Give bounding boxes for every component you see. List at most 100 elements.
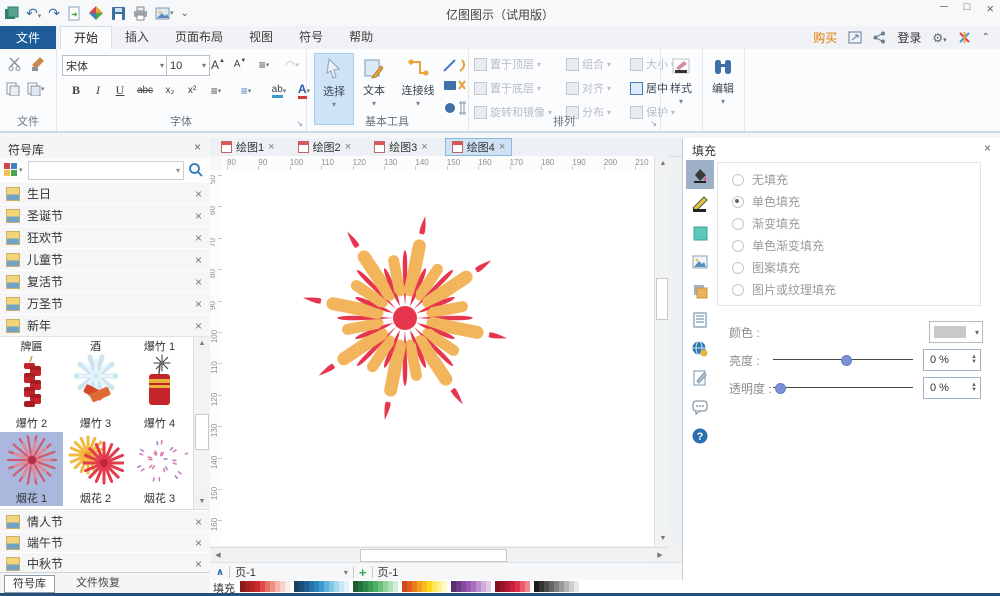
symbol-category-狂欢节[interactable]: 狂欢节× xyxy=(0,226,210,249)
symbol-category-圣诞节[interactable]: 圣诞节× xyxy=(0,204,210,227)
document-tab-绘图3[interactable]: 绘图3× xyxy=(368,138,434,156)
subscript-icon[interactable]: x₂ xyxy=(160,81,180,100)
export-icon[interactable] xyxy=(848,31,862,44)
highlight-icon[interactable]: ab▾ xyxy=(266,81,292,100)
palette-swatch[interactable] xyxy=(442,581,447,592)
symbol-panel-close-icon[interactable]: × xyxy=(194,141,201,153)
fill-option-无填充[interactable]: 无填充 xyxy=(732,171,788,188)
symbol-category-儿童节[interactable]: 儿童节× xyxy=(0,248,210,271)
symbol-category-新年[interactable]: 新年× xyxy=(0,314,210,337)
document-tab-绘图1[interactable]: 绘图1× xyxy=(215,138,281,156)
underline-icon[interactable]: U xyxy=(110,81,130,100)
tab-symbol-library[interactable]: 符号库 xyxy=(4,575,55,593)
symbol-category-万圣节[interactable]: 万圣节× xyxy=(0,292,210,315)
ribbon-tab-帮助[interactable]: 帮助 xyxy=(336,26,386,49)
category-close-icon[interactable]: × xyxy=(195,297,202,311)
edit-button[interactable]: 编辑▾ xyxy=(705,53,741,123)
copy-icon[interactable]: ▾ xyxy=(27,81,45,96)
italic-icon[interactable]: I xyxy=(88,81,108,100)
maximize-button[interactable]: □ xyxy=(964,1,971,16)
picture-tool-icon[interactable] xyxy=(686,247,714,276)
opacity-value-spinner[interactable]: 0 %▲▼ xyxy=(923,377,981,399)
grid-scroll-down-icon[interactable]: ▼ xyxy=(195,495,209,508)
document-tab-绘图2[interactable]: 绘图2× xyxy=(292,138,358,156)
category-close-icon[interactable]: × xyxy=(195,231,202,245)
page-panel-expand-icon[interactable]: ∧ xyxy=(216,567,224,578)
opacity-slider-thumb[interactable] xyxy=(775,383,786,394)
notes-tool-icon[interactable] xyxy=(686,305,714,334)
brightness-slider-thumb[interactable] xyxy=(841,355,852,366)
ribbon-tab-符号[interactable]: 符号 xyxy=(286,26,336,49)
superscript-icon[interactable]: x² xyxy=(182,81,202,100)
grid-scrollbar-thumb[interactable] xyxy=(195,414,209,450)
brightness-value-spinner[interactable]: 0 %▲▼ xyxy=(923,349,981,371)
radio-icon[interactable] xyxy=(732,174,744,186)
category-close-icon[interactable]: × xyxy=(195,253,202,267)
symbol-search-input[interactable]: ▾ xyxy=(28,161,184,180)
category-close-icon[interactable]: × xyxy=(195,536,202,550)
close-button[interactable]: × xyxy=(986,1,994,16)
document-tab-close-icon[interactable]: × xyxy=(345,141,351,153)
tab-file-recovery[interactable]: 文件恢复 xyxy=(68,575,128,591)
firework-artwork[interactable] xyxy=(290,203,520,433)
category-close-icon[interactable]: × xyxy=(195,209,202,223)
vertical-scrollbar[interactable]: ▲ ▼ xyxy=(654,156,669,546)
symbol-grid-scrollbar[interactable]: ▲ ▼ xyxy=(193,336,210,509)
line-tool-icon[interactable] xyxy=(686,189,714,218)
radio-icon[interactable] xyxy=(732,240,744,252)
radio-icon[interactable] xyxy=(732,218,744,230)
settings-gear-icon[interactable]: ⚙▾ xyxy=(932,31,946,45)
vertical-scrollbar-thumb[interactable] xyxy=(656,278,668,320)
document-tab-close-icon[interactable]: × xyxy=(421,141,427,153)
strikethrough-icon[interactable]: abc xyxy=(132,81,158,100)
symbol-thumb-firework-sparkles[interactable] xyxy=(128,432,191,488)
document-tab-close-icon[interactable]: × xyxy=(268,141,274,153)
fill-color-dropdown[interactable]: ▾ xyxy=(929,321,983,343)
fill-option-渐变填充[interactable]: 渐变填充 xyxy=(732,215,800,232)
ribbon-tab-视图[interactable]: 视图 xyxy=(236,26,286,49)
fill-option-单色渐变填充[interactable]: 单色渐变填充 xyxy=(732,237,824,254)
bullet-list-icon[interactable]: ≡▾ xyxy=(236,81,256,100)
palette-swatch[interactable] xyxy=(393,581,398,592)
search-icon[interactable] xyxy=(188,162,204,178)
symbol-category-复活节[interactable]: 复活节× xyxy=(0,270,210,293)
radio-icon[interactable] xyxy=(732,196,744,208)
scroll-right-icon[interactable]: ▶ xyxy=(653,548,667,562)
opacity-slider[interactable] xyxy=(773,387,913,388)
fill-option-单色填充[interactable]: 单色填充 xyxy=(732,193,800,210)
symbol-category-情人节[interactable]: 情人节× xyxy=(0,510,210,533)
horizontal-scrollbar-thumb[interactable] xyxy=(360,549,507,562)
minimize-button[interactable]: ─ xyxy=(940,1,948,16)
page-tab[interactable]: 页-1 xyxy=(235,564,256,580)
document-tab-close-icon[interactable]: × xyxy=(499,141,505,153)
palette-swatch[interactable] xyxy=(525,581,530,592)
font-size-select[interactable]: 10▾ xyxy=(166,55,210,76)
ribbon-tab-插入[interactable]: 插入 xyxy=(112,26,162,49)
shape-tools-icons[interactable] xyxy=(442,57,466,119)
community-icon[interactable] xyxy=(958,31,971,44)
font-dialog-launcher-icon[interactable]: ↘ xyxy=(296,119,303,128)
collapse-ribbon-icon[interactable]: ⌃ xyxy=(982,32,990,43)
arrange-dialog-launcher-icon[interactable]: ↘ xyxy=(650,119,657,128)
decrease-font-icon[interactable]: A▼ xyxy=(230,55,250,74)
share-icon[interactable] xyxy=(873,31,886,44)
cut-icon[interactable] xyxy=(7,57,23,71)
buy-link[interactable]: 购买 xyxy=(813,29,837,46)
comment-tool-icon[interactable] xyxy=(686,392,714,421)
category-close-icon[interactable]: × xyxy=(195,275,202,289)
paste-icon[interactable] xyxy=(6,81,20,96)
font-family-select[interactable]: 宋体▾ xyxy=(62,55,168,76)
ribbon-tab-开始[interactable]: 开始 xyxy=(60,26,112,49)
align-text-icon[interactable]: ≡▾ xyxy=(254,55,274,74)
login-link[interactable]: 登录 xyxy=(897,29,921,46)
increase-font-icon[interactable]: A▲ xyxy=(208,55,228,74)
category-close-icon[interactable]: × xyxy=(195,557,202,571)
category-close-icon[interactable]: × xyxy=(195,515,202,529)
symbol-thumb-crackers-burst[interactable] xyxy=(64,353,127,409)
brightness-slider[interactable] xyxy=(773,359,913,360)
layers-tool-icon[interactable] xyxy=(686,276,714,305)
category-close-icon[interactable]: × xyxy=(195,187,202,201)
fill-option-图案填充[interactable]: 图案填充 xyxy=(732,259,800,276)
ribbon-tab-页面布局[interactable]: 页面布局 xyxy=(162,26,236,49)
page-list-dropdown-icon[interactable]: ▾ xyxy=(344,568,348,577)
